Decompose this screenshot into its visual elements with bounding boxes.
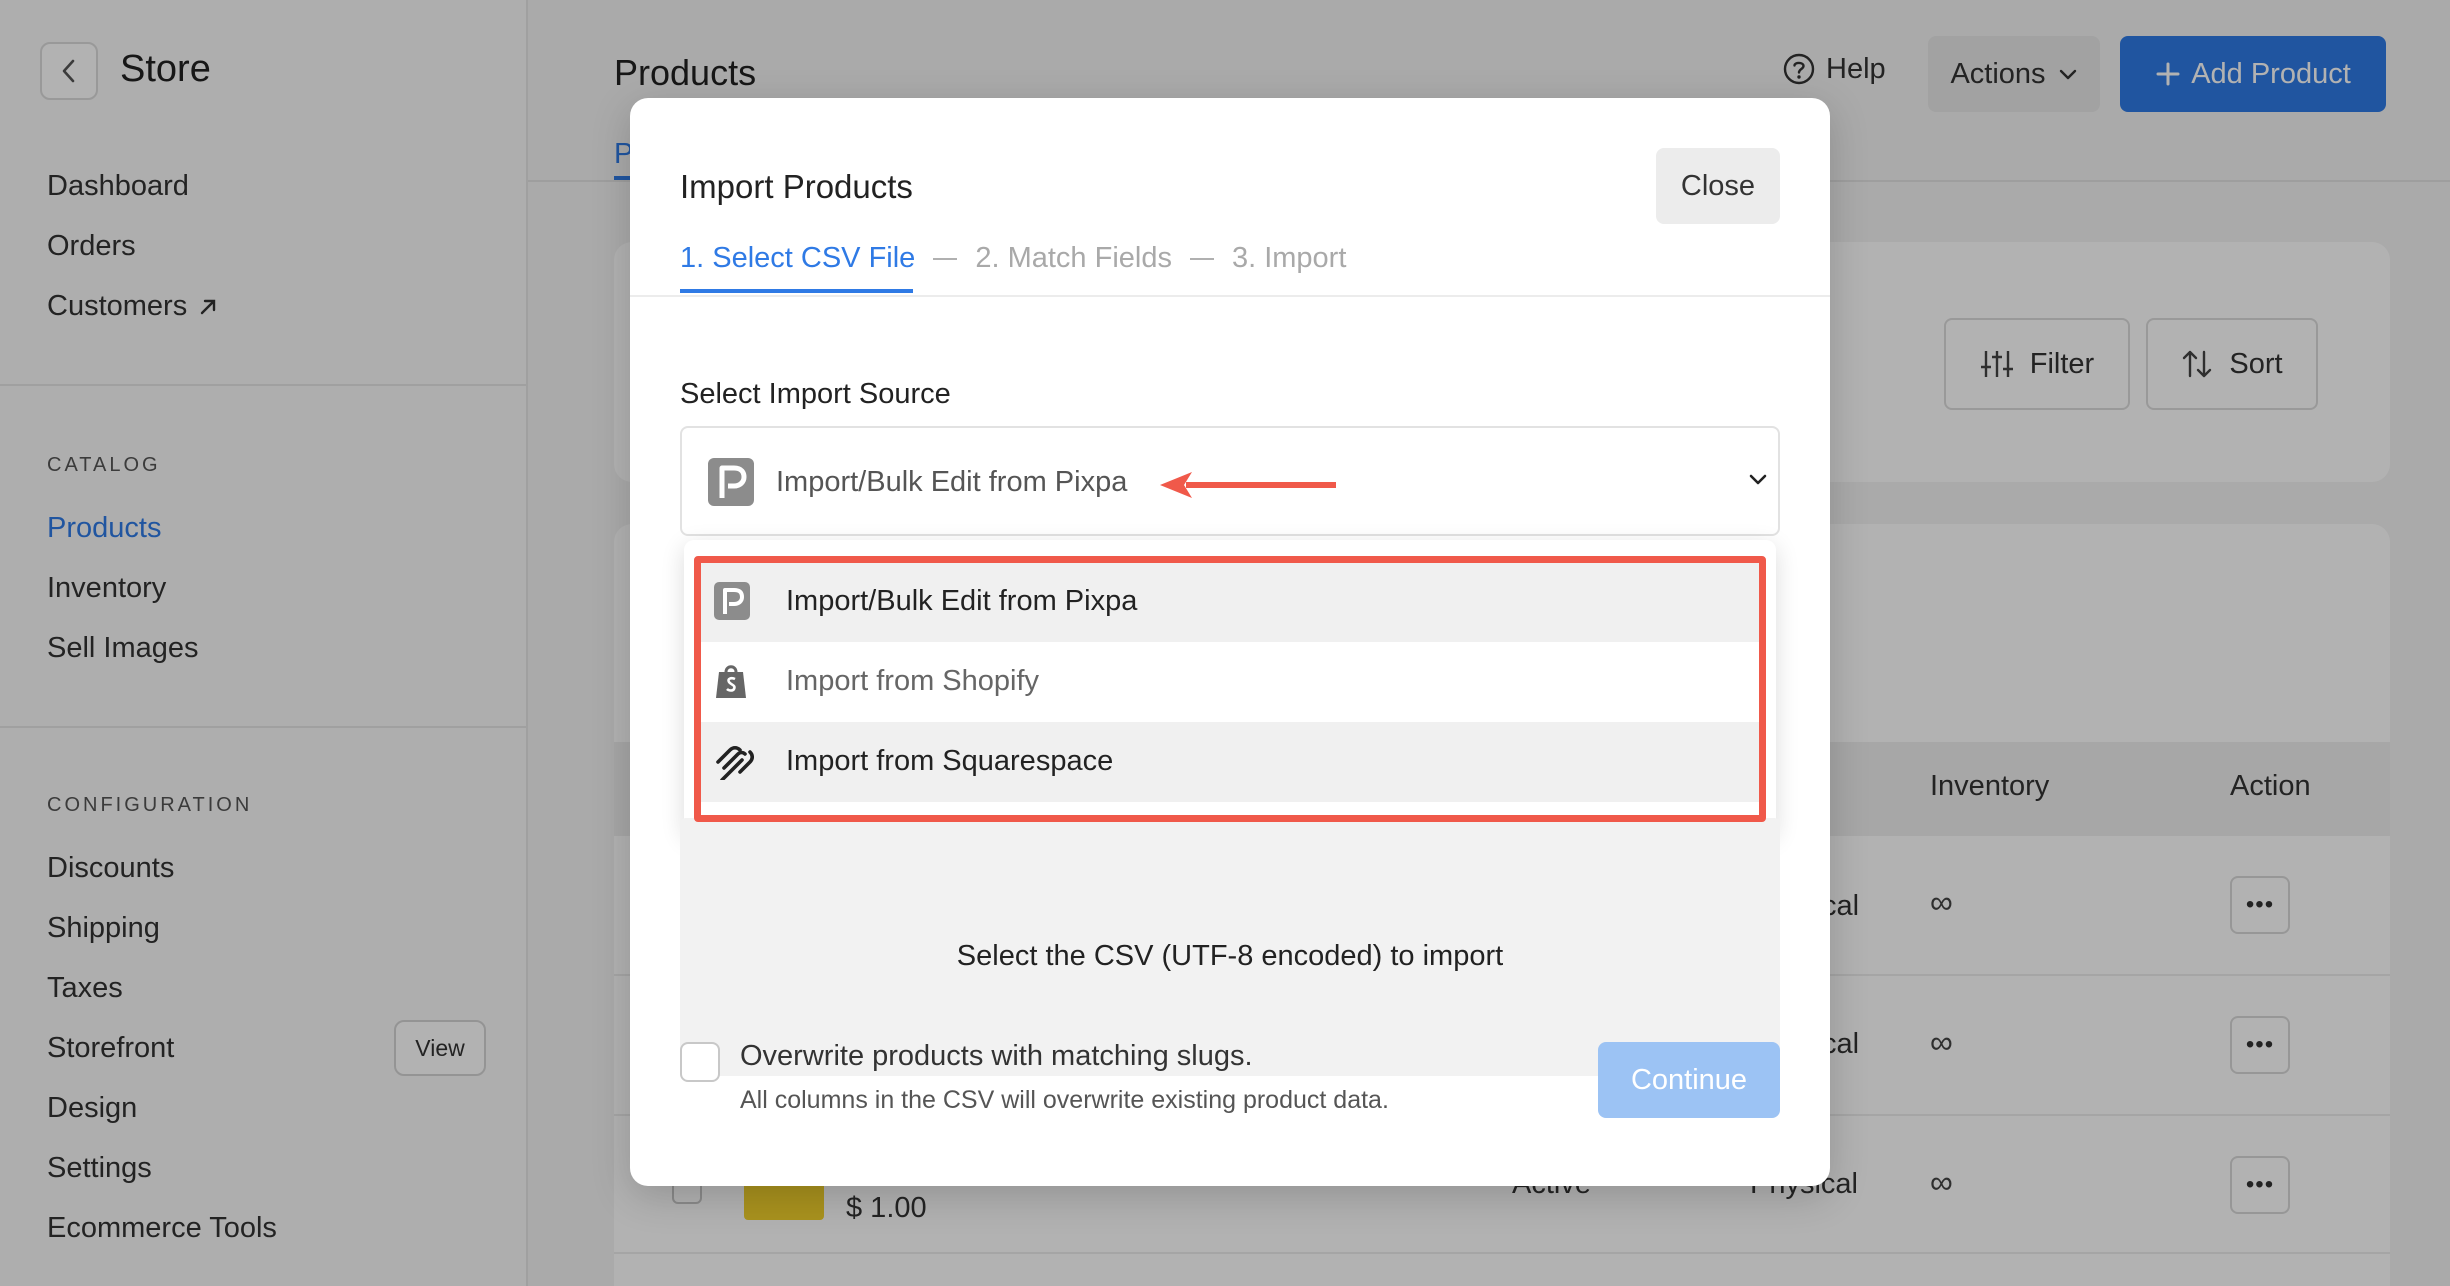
csv-drop-area[interactable]: Select the CSV (UTF-8 encoded) to import (680, 818, 1780, 1076)
import-source-dropdown: Import/Bulk Edit from Pixpa Import from … (684, 540, 1776, 834)
step-select-csv[interactable]: 1. Select CSV File (680, 242, 915, 275)
option-shopify[interactable]: Import from Shopify (698, 642, 1762, 722)
import-steps: 1. Select CSV File 2. Match Fields 3. Im… (680, 242, 1346, 275)
selected-source: Import/Bulk Edit from Pixpa (776, 466, 1128, 498)
step-separator (1189, 257, 1214, 260)
active-step-underline (680, 289, 913, 293)
shopify-icon (716, 665, 746, 698)
option-label: Import from Squarespace (786, 745, 1114, 777)
import-source-label: Select Import Source (680, 378, 951, 410)
continue-button[interactable]: Continue (1598, 1042, 1780, 1118)
modal-title: Import Products (680, 168, 913, 205)
option-squarespace[interactable]: Import from Squarespace (698, 722, 1762, 802)
pixpa-icon (708, 458, 754, 506)
steps-divider (630, 295, 1830, 297)
import-source-select[interactable]: Import/Bulk Edit from Pixpa (680, 426, 1780, 536)
step-separator (933, 257, 958, 260)
option-pixpa[interactable]: Import/Bulk Edit from Pixpa (698, 562, 1762, 642)
overwrite-label: Overwrite products with matching slugs. (740, 1040, 1253, 1072)
step-match-fields: 2. Match Fields (975, 242, 1172, 274)
pixpa-icon (714, 582, 750, 620)
squarespace-icon (716, 745, 754, 780)
option-label: Import/Bulk Edit from Pixpa (786, 585, 1138, 617)
csv-drop-text: Select the CSV (UTF-8 encoded) to import (956, 940, 1504, 972)
chevron-down-icon (1749, 474, 1767, 485)
annotation-arrow-icon (1160, 472, 1336, 498)
close-button[interactable]: Close (1656, 148, 1780, 224)
import-products-modal: Import Products Close 1. Select CSV File… (630, 98, 1830, 1186)
overwrite-checkbox[interactable] (680, 1042, 720, 1082)
overwrite-description: All columns in the CSV will overwrite ex… (740, 1086, 1389, 1114)
step-import: 3. Import (1231, 242, 1347, 274)
option-label: Import from Shopify (786, 665, 1040, 697)
